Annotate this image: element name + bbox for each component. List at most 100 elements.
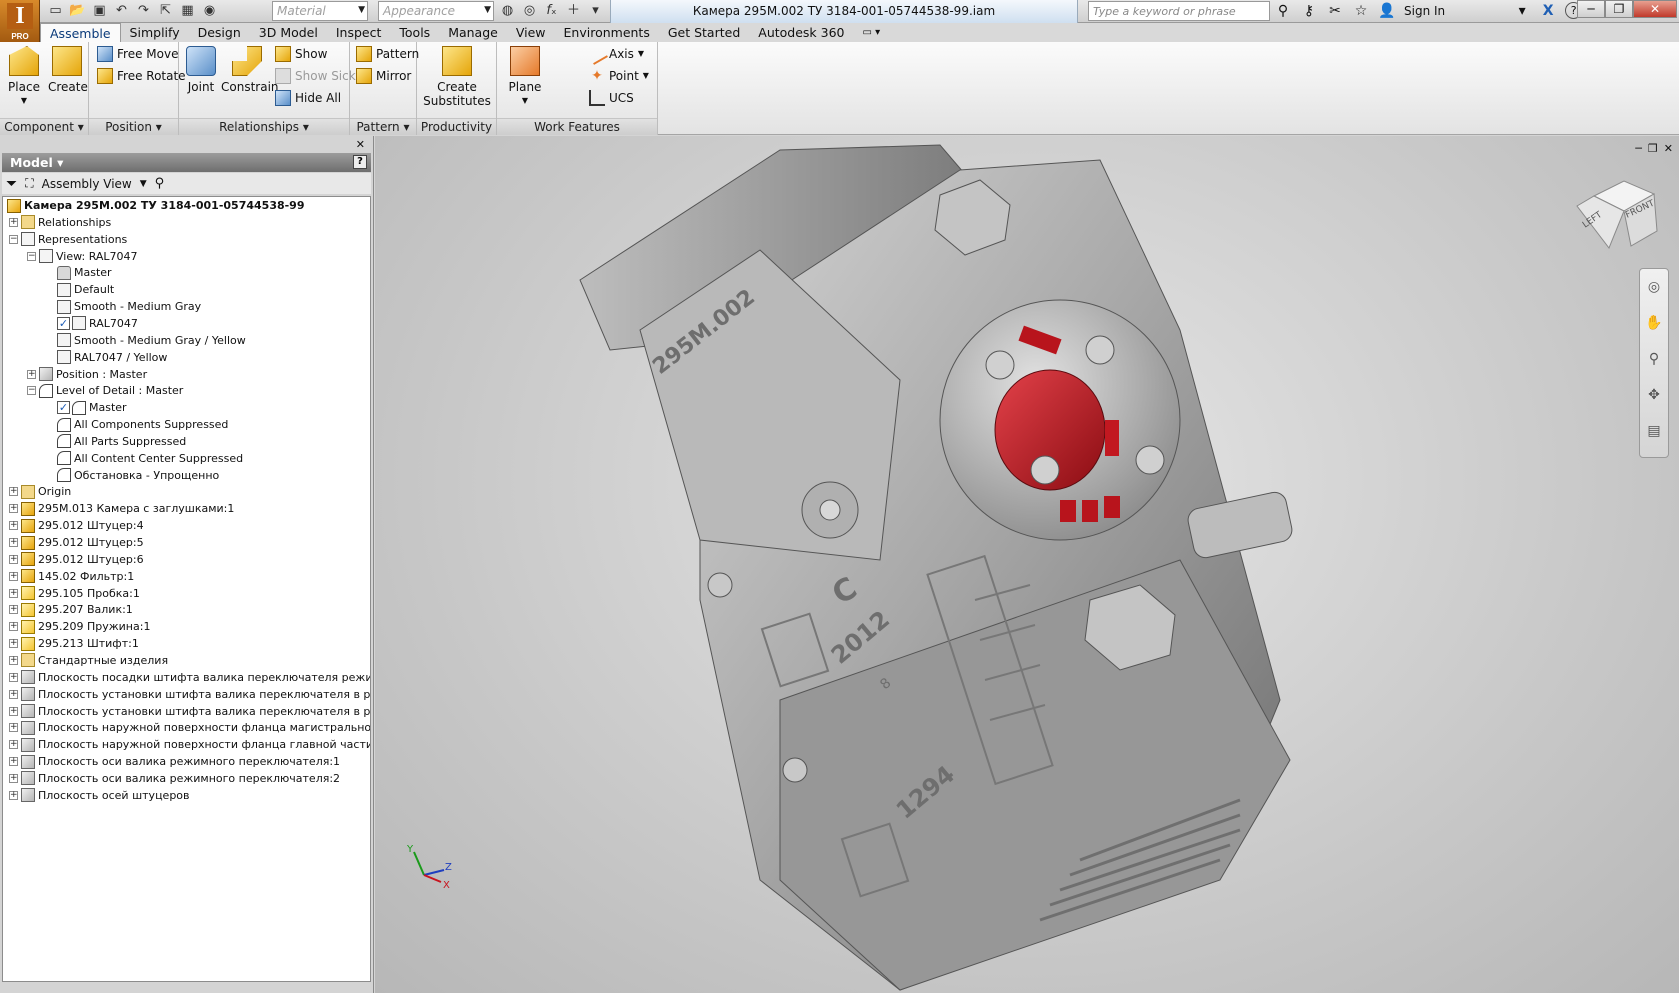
tree-node[interactable]: + Origin bbox=[9, 483, 71, 500]
return-icon[interactable]: ⇱ bbox=[156, 2, 175, 20]
close-icon[interactable]: ✕ bbox=[1633, 0, 1677, 18]
new-file-icon[interactable]: ▭ bbox=[46, 2, 65, 20]
expand-icon[interactable]: + bbox=[9, 571, 18, 581]
tree-node[interactable]: + Плоскость оси валика режимного переключ… bbox=[9, 770, 340, 787]
tree-node[interactable]: Камера 295М.002 ТУ 3184-001-05744538-99 bbox=[7, 197, 305, 214]
help-icon[interactable]: ? bbox=[353, 155, 367, 169]
tab-design[interactable]: Design bbox=[189, 23, 250, 42]
browser-header[interactable]: Model ▾ ? bbox=[2, 153, 371, 172]
expand-icon[interactable]: + bbox=[9, 706, 18, 716]
application-menu-button[interactable]: I PRO bbox=[0, 0, 40, 42]
collapse-icon[interactable]: − bbox=[27, 386, 36, 396]
tab-manage[interactable]: Manage bbox=[439, 23, 507, 42]
tree-node[interactable]: Master bbox=[45, 264, 112, 281]
sign-in-dropdown-icon[interactable]: ▾ bbox=[1513, 3, 1531, 19]
ucs-button[interactable]: UCS bbox=[589, 89, 634, 107]
tree-node[interactable]: Smooth - Medium Gray bbox=[45, 298, 201, 315]
open-folder-icon[interactable]: 📂 bbox=[68, 2, 87, 20]
tree-node[interactable]: +295.213 Штифт:1 bbox=[9, 635, 139, 652]
axis-button[interactable]: Axis ▼ bbox=[586, 43, 644, 65]
filter-icon[interactable]: ⏷ bbox=[6, 176, 17, 192]
tree-node[interactable]: Обстановка - Упрощенно bbox=[45, 467, 219, 484]
tree-node[interactable]: Smooth - Medium Gray / Yellow bbox=[45, 332, 246, 349]
collapse-icon[interactable]: − bbox=[27, 251, 36, 261]
productivity-group-title[interactable]: Productivity bbox=[417, 118, 496, 135]
mirror-button[interactable]: Mirror bbox=[356, 67, 411, 85]
expand-icon[interactable]: + bbox=[9, 757, 18, 767]
constrain-button[interactable]: Constrain bbox=[221, 46, 279, 94]
tree-node[interactable]: + Плоскость наружной поверхности фланца г… bbox=[9, 736, 370, 753]
pan-hand-icon[interactable]: ✋ bbox=[1640, 305, 1668, 341]
tree-node[interactable]: All Content Center Suppressed bbox=[45, 450, 243, 467]
tree-node[interactable]: +295.207 Валик:1 bbox=[9, 601, 133, 618]
close-icon[interactable]: ✕ bbox=[356, 138, 365, 151]
expand-icon[interactable]: + bbox=[9, 521, 18, 531]
assembly-view-select[interactable]: Assembly View bbox=[42, 177, 132, 191]
place-button[interactable]: Place ▼ bbox=[6, 46, 42, 108]
find-binoculars-icon[interactable]: ⚲ bbox=[155, 176, 165, 191]
customize-dropdown-icon[interactable]: ▾ bbox=[586, 2, 605, 20]
ribbon-display-options-icon[interactable]: ▭ ▾ bbox=[854, 23, 890, 42]
tree-node[interactable]: + Плоскость наружной поверхности фланца м… bbox=[9, 719, 370, 736]
expand-icon[interactable]: + bbox=[9, 689, 18, 699]
work-features-group-title[interactable]: Work Features bbox=[497, 118, 657, 135]
tree-node[interactable]: +295М.013 Камера с заглушками:1 bbox=[9, 500, 234, 517]
expand-icon[interactable]: + bbox=[27, 369, 36, 379]
free-rotate-button[interactable]: Free Rotate bbox=[97, 67, 186, 85]
tab-autodesk-360[interactable]: Autodesk 360 bbox=[749, 23, 853, 42]
tab-3d-model[interactable]: 3D Model bbox=[250, 23, 327, 42]
create-button[interactable]: Create bbox=[48, 46, 88, 94]
show-button[interactable]: Show bbox=[275, 45, 327, 63]
expand-icon[interactable]: + bbox=[9, 655, 18, 665]
tab-environments[interactable]: Environments bbox=[555, 23, 659, 42]
update-icon[interactable]: ◉ bbox=[200, 2, 219, 20]
favorites-star-icon[interactable]: ☆ bbox=[1352, 3, 1370, 19]
binoculars-icon[interactable]: ⚲ bbox=[1274, 3, 1292, 19]
tab-inspect[interactable]: Inspect bbox=[327, 23, 391, 42]
tab-simplify[interactable]: Simplify bbox=[121, 23, 189, 42]
tab-get-started[interactable]: Get Started bbox=[659, 23, 749, 42]
clear-appearance-icon[interactable]: ◍ bbox=[498, 2, 517, 20]
sign-in-link[interactable]: Sign In bbox=[1404, 4, 1445, 18]
expand-icon[interactable]: + bbox=[9, 622, 18, 632]
tree-node[interactable]: RAL7047 / Yellow bbox=[45, 349, 167, 366]
user-icon[interactable]: 👤 bbox=[1378, 3, 1396, 19]
tree-node[interactable]: − Representations bbox=[9, 231, 127, 248]
plane-button[interactable]: Plane ▼ bbox=[505, 46, 545, 108]
tab-tools[interactable]: Tools bbox=[390, 23, 439, 42]
graphics-viewport[interactable]: ─ ❐ ✕ 295М.002 2012 1294 8 С LEFT FRONT … bbox=[375, 136, 1679, 993]
add-icon[interactable]: ＋ bbox=[564, 2, 583, 20]
select-mode-icon[interactable]: ▦ bbox=[178, 2, 197, 20]
expand-icon[interactable]: + bbox=[9, 605, 18, 615]
tree-node[interactable]: Default bbox=[45, 281, 114, 298]
steering-wheel-icon[interactable]: ◎ bbox=[1640, 269, 1668, 305]
expand-icon[interactable]: + bbox=[9, 554, 18, 564]
tree-node[interactable]: All Parts Suppressed bbox=[45, 433, 186, 450]
component-group-title[interactable]: Component ▾ bbox=[0, 118, 88, 135]
tree-node[interactable]: +295.012 Штуцер:4 bbox=[9, 517, 144, 534]
expand-icon[interactable]: + bbox=[9, 790, 18, 800]
tree-node[interactable]: ✓ RAL7047 bbox=[45, 315, 138, 332]
tab-assemble[interactable]: Assemble bbox=[40, 23, 121, 42]
tree-node[interactable]: + Плоскость установки штифта валика перек… bbox=[9, 703, 370, 720]
joint-button[interactable]: Joint bbox=[183, 46, 219, 94]
position-group-title[interactable]: Position ▾ bbox=[89, 118, 178, 135]
pattern-group-title[interactable]: Pattern ▾ bbox=[350, 118, 416, 135]
tree-node[interactable]: + Стандартные изделия bbox=[9, 652, 168, 669]
tree-node[interactable]: − View: RAL7047 bbox=[27, 248, 138, 265]
tree-node[interactable]: + Плоскость осей штуцеров bbox=[9, 787, 190, 804]
expand-icon[interactable]: + bbox=[9, 740, 18, 750]
undo-icon[interactable]: ↶ bbox=[112, 2, 131, 20]
tree-node[interactable]: +295.012 Штуцер:5 bbox=[9, 534, 144, 551]
expand-icon[interactable]: + bbox=[9, 773, 18, 783]
relationships-group-title[interactable]: Relationships ▾ bbox=[179, 118, 349, 135]
expand-icon[interactable]: + bbox=[9, 639, 18, 649]
pattern-button[interactable]: Pattern bbox=[356, 45, 419, 63]
show-sick-button[interactable]: Show Sick bbox=[275, 67, 356, 85]
tree-node[interactable]: + Плоскость оси валика режимного переключ… bbox=[9, 753, 340, 770]
zoom-icon[interactable]: ⚲ bbox=[1640, 341, 1668, 377]
tree-node[interactable]: − Level of Detail : Master bbox=[27, 382, 183, 399]
tree-node[interactable]: ✓ Master bbox=[45, 399, 127, 416]
hide-all-button[interactable]: Hide All bbox=[275, 89, 341, 107]
viewcube[interactable]: LEFT FRONT bbox=[1569, 176, 1659, 256]
